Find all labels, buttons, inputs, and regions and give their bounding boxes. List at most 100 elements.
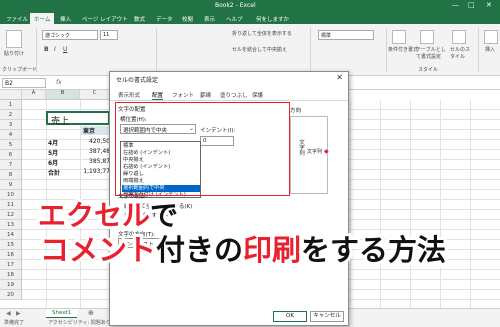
gridline bbox=[470, 100, 471, 308]
column-header[interactable]: A bbox=[22, 90, 46, 100]
ready-status: 準備完了 bbox=[4, 320, 25, 326]
group-divider bbox=[310, 28, 311, 72]
gridline bbox=[350, 100, 351, 308]
row-header[interactable]: 16 bbox=[0, 250, 22, 260]
tab-formulas[interactable]: 数式 bbox=[134, 15, 145, 23]
table-row-value[interactable]: 1,193,77 bbox=[82, 168, 110, 175]
close-window-button[interactable]: ✕ bbox=[486, 1, 492, 9]
table-row-label[interactable]: 合計 bbox=[48, 168, 60, 177]
row-header[interactable]: 13 bbox=[0, 220, 22, 230]
tab-fill[interactable]: 塗りつぶし bbox=[220, 91, 248, 99]
ribbon-tabs: ファイル ホーム 挿入 ページ レイアウト 数式 データ 校閲 表示 ヘルプ 何… bbox=[0, 12, 500, 24]
tab-help[interactable]: ヘルプ bbox=[226, 15, 243, 23]
merge-center-button[interactable]: セルを結合して中央揃え bbox=[232, 46, 287, 53]
title-red-comment: コメント bbox=[37, 233, 159, 268]
tab-data[interactable]: データ bbox=[156, 15, 173, 23]
row-header[interactable]: 20 bbox=[0, 290, 22, 300]
row-header[interactable]: 14 bbox=[0, 230, 22, 240]
dialog-close-icon[interactable]: ✕ bbox=[336, 73, 343, 82]
tab-number[interactable]: 表示形式 bbox=[118, 91, 140, 99]
row-header[interactable]: 11 bbox=[0, 200, 22, 210]
add-sheet-icon[interactable]: ⊕ bbox=[88, 309, 94, 317]
prev-sheet-icon[interactable]: ◀ bbox=[6, 310, 11, 317]
select-all-corner[interactable] bbox=[0, 90, 22, 100]
bold-button[interactable]: B bbox=[44, 46, 49, 53]
ribbon: 貼り付け クリップボード 游ゴシック 11 B I U 折り返して全体を表示する… bbox=[0, 24, 500, 76]
row-header[interactable]: 4 bbox=[0, 130, 22, 140]
underline-button[interactable]: U bbox=[63, 46, 67, 53]
wrap-text-button[interactable]: 折り返して全体を表示する bbox=[232, 30, 292, 37]
window-title: Book2 - Excel bbox=[215, 2, 256, 9]
tab-alignment[interactable]: 配置 bbox=[152, 91, 164, 100]
clipboard-group-label: クリップボード bbox=[2, 67, 38, 73]
row-header[interactable]: 1 bbox=[0, 100, 22, 110]
tab-home[interactable]: ホーム bbox=[30, 13, 55, 24]
insert-cells-icon[interactable] bbox=[484, 30, 498, 44]
table-row-value[interactable]: 387,48 bbox=[82, 148, 110, 155]
table-row-value[interactable]: 420,50 bbox=[82, 138, 110, 145]
tab-page-layout[interactable]: ページ レイアウト bbox=[82, 15, 128, 23]
row-header[interactable]: 6 bbox=[0, 150, 22, 160]
tab-view[interactable]: 表示 bbox=[204, 15, 215, 23]
row-header[interactable]: 17 bbox=[0, 260, 22, 270]
cancel-button[interactable]: キャンセル bbox=[310, 311, 344, 322]
row-header[interactable]: 15 bbox=[0, 240, 22, 250]
row-header[interactable]: 9 bbox=[0, 180, 22, 190]
table-format-label: テーブルとして書式設定 bbox=[416, 47, 446, 60]
insert-cells-label: 挿入 bbox=[485, 47, 496, 53]
style-group-label: スタイル bbox=[418, 67, 439, 73]
next-sheet-icon[interactable]: ▶ bbox=[16, 310, 21, 317]
row-header[interactable]: 2 bbox=[0, 110, 22, 120]
title-black-text: で bbox=[147, 199, 181, 233]
table-row-label[interactable]: 5月 bbox=[48, 148, 58, 157]
row-header[interactable]: 3 bbox=[0, 120, 22, 130]
table-row-label[interactable]: 6月 bbox=[48, 158, 58, 167]
column-header[interactable]: B bbox=[46, 90, 80, 100]
tab-file[interactable]: ファイル bbox=[6, 15, 28, 23]
tab-divider bbox=[110, 100, 348, 101]
table-row-value[interactable]: 385,87 bbox=[82, 158, 110, 165]
title-black-method: をする方法 bbox=[298, 233, 449, 268]
ok-button[interactable]: OK bbox=[273, 311, 307, 322]
row-header[interactable]: 18 bbox=[0, 270, 22, 280]
table-format-icon[interactable] bbox=[420, 30, 434, 44]
row-header[interactable]: 8 bbox=[0, 170, 22, 180]
cell-style-label: セルのスタイル bbox=[450, 47, 471, 60]
row-header[interactable]: 10 bbox=[0, 190, 22, 200]
title-bar: Book2 - Excel — □ ✕ bbox=[0, 0, 500, 12]
row-header[interactable]: 12 bbox=[0, 210, 22, 220]
paste-label: 貼り付け bbox=[4, 51, 25, 57]
name-box[interactable]: B2 bbox=[2, 78, 46, 88]
row-header[interactable]: 7 bbox=[0, 160, 22, 170]
tell-me-box[interactable]: 何をしますか bbox=[256, 15, 289, 23]
orientation-panel[interactable]: 文字列 文字列 ◆ bbox=[290, 116, 329, 194]
tab-insert[interactable]: 挿入 bbox=[60, 15, 71, 23]
tab-protection[interactable]: 保護 bbox=[252, 91, 263, 99]
font-name-select[interactable]: 游ゴシック bbox=[42, 30, 98, 40]
dialog-title: セルの書式設定 bbox=[116, 77, 159, 84]
fx-icon: fx bbox=[56, 79, 62, 86]
column-header[interactable]: C bbox=[80, 90, 110, 100]
minimize-button[interactable]: — bbox=[452, 1, 459, 9]
orientation-label: 方向 bbox=[290, 108, 302, 114]
tab-review[interactable]: 校閲 bbox=[182, 15, 193, 23]
number-format-select[interactable]: 標準 bbox=[318, 30, 374, 40]
paste-icon[interactable] bbox=[6, 30, 22, 48]
title-black-part: 付きの bbox=[153, 233, 246, 268]
sheet-tab-sheet1[interactable]: Sheet1 bbox=[46, 309, 78, 318]
orientation-text-sample: 文字列 bbox=[307, 149, 323, 155]
maximize-button[interactable]: □ bbox=[468, 1, 475, 9]
tab-font[interactable]: フォント bbox=[172, 91, 194, 99]
italic-button[interactable]: I bbox=[54, 46, 56, 53]
tab-border[interactable]: 罫線 bbox=[200, 91, 211, 99]
orientation-dial-marker[interactable]: ◆ bbox=[324, 148, 329, 155]
selected-title-cell[interactable]: 売上 bbox=[46, 111, 110, 127]
table-header-cell[interactable]: 東京 bbox=[80, 126, 110, 135]
conditional-format-icon[interactable] bbox=[392, 30, 406, 44]
cell-style-icon[interactable] bbox=[452, 30, 466, 44]
row-header[interactable]: 5 bbox=[0, 140, 22, 150]
group-divider bbox=[36, 28, 37, 72]
table-row-label[interactable]: 4月 bbox=[48, 138, 58, 147]
font-size-select[interactable]: 11 bbox=[100, 30, 118, 40]
row-header[interactable]: 19 bbox=[0, 280, 22, 290]
